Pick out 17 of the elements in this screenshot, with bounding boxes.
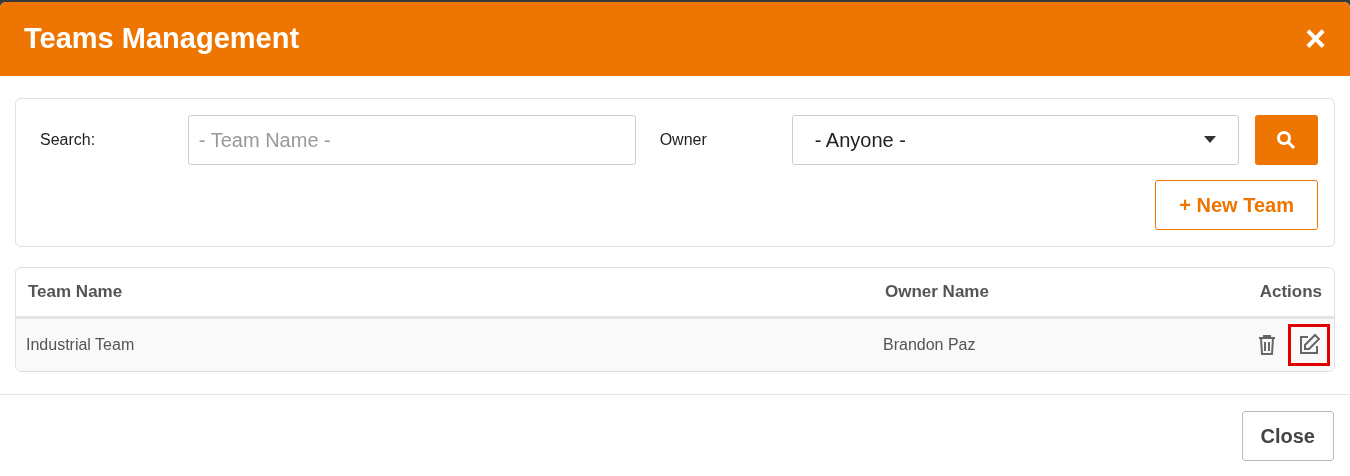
search-label: Search:	[39, 130, 97, 150]
table-cell-text: Industrial Team	[26, 335, 136, 355]
trash-icon	[1257, 334, 1277, 356]
owner-select[interactable]: - Anyone -	[791, 115, 1239, 165]
column-header: Owner Name	[885, 281, 990, 304]
column-header: Team Name	[28, 281, 124, 304]
search-icon	[1276, 130, 1297, 150]
edit-icon	[1297, 333, 1321, 357]
column-header: Actions	[1259, 281, 1322, 304]
search-button[interactable]	[1254, 115, 1318, 165]
close-button[interactable]: Close	[1241, 410, 1334, 461]
caret-icon	[1203, 136, 1216, 144]
search-field[interactable]: - Team Name -	[187, 115, 636, 165]
edit-button[interactable]	[1288, 324, 1330, 366]
table-cell-text: Brandon Paz	[883, 335, 977, 355]
owner-label: Owner	[659, 130, 708, 150]
dialog-title: Teams Management	[24, 21, 300, 57]
